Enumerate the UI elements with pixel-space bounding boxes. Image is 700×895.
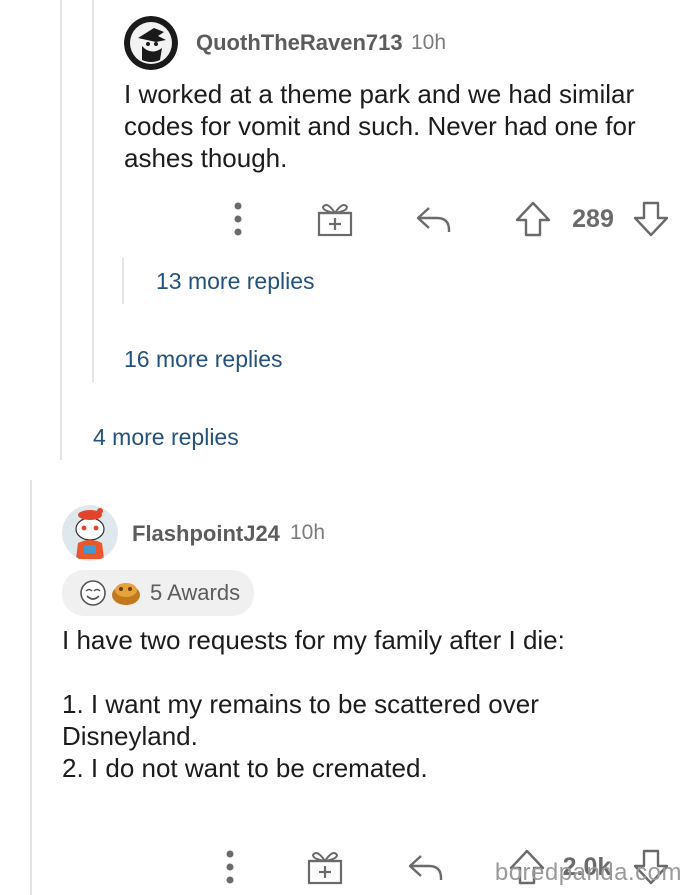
more-options-icon	[234, 202, 242, 236]
avatar-flashpoint[interactable]	[62, 505, 118, 561]
more-replies-outer[interactable]: 4 more replies	[93, 424, 239, 451]
thread-line-middle[interactable]	[92, 0, 94, 382]
award-button[interactable]	[312, 198, 358, 240]
watermark: boredpanda.com	[494, 859, 682, 886]
comment2-timestamp: 10h	[290, 521, 326, 544]
more-options-button[interactable]	[224, 198, 252, 240]
more-replies-inner[interactable]: 13 more replies	[156, 268, 315, 295]
reply-button[interactable]	[410, 198, 456, 240]
award-button[interactable]	[302, 846, 348, 888]
downvote-button[interactable]	[630, 198, 672, 240]
comment1-action-bar: 289	[0, 194, 700, 244]
comment1-line: codes for vomit and such. Never had one …	[124, 111, 636, 141]
reply-arrow-icon	[416, 207, 451, 232]
reply-arrow-icon	[408, 855, 443, 880]
thread-line-inner[interactable]	[122, 258, 124, 304]
comment1-vote-count: 289	[572, 204, 614, 233]
awards-count: 5 Awards	[150, 580, 241, 605]
avatar-quoththeraven[interactable]	[124, 16, 178, 70]
wholesome-award-icon	[80, 580, 106, 606]
comment2-username[interactable]: FlashpointJ24	[132, 521, 280, 547]
comment2-line-blank	[62, 656, 682, 688]
more-replies-middle[interactable]: 16 more replies	[124, 346, 283, 373]
comment2-line: 2. I do not want to be cremated.	[62, 753, 428, 783]
comment2-body: I have two requests for my family after …	[62, 624, 682, 784]
comment1-timestamp: 10h	[411, 31, 447, 54]
helpful-award-icon	[112, 583, 140, 605]
awards-badge[interactable]: 5 Awards	[62, 570, 255, 616]
comment1-line: I worked at a theme park and we had simi…	[124, 79, 635, 109]
thread-line-page	[30, 480, 32, 895]
raven-avatar-icon	[124, 16, 178, 70]
comment2-line: 1. I want my remains to be scattered ove…	[62, 689, 539, 719]
more-options-button[interactable]	[216, 846, 244, 888]
gift-award-icon	[307, 852, 343, 885]
comment2-line: I have two requests for my family after …	[62, 625, 565, 655]
comment1-body: I worked at a theme park and we had simi…	[124, 78, 684, 174]
snoo-avatar-icon	[62, 505, 118, 561]
comment1-username[interactable]: QuothTheRaven713	[196, 30, 403, 56]
comment2-line: Disneyland.	[62, 721, 198, 751]
comment1-line: ashes though.	[124, 143, 288, 173]
downvote-arrow-icon	[633, 201, 669, 237]
gift-award-icon	[317, 204, 353, 237]
reply-button[interactable]	[402, 846, 448, 888]
upvote-button[interactable]	[512, 198, 554, 240]
more-options-icon	[226, 850, 234, 884]
upvote-arrow-icon	[515, 201, 551, 237]
